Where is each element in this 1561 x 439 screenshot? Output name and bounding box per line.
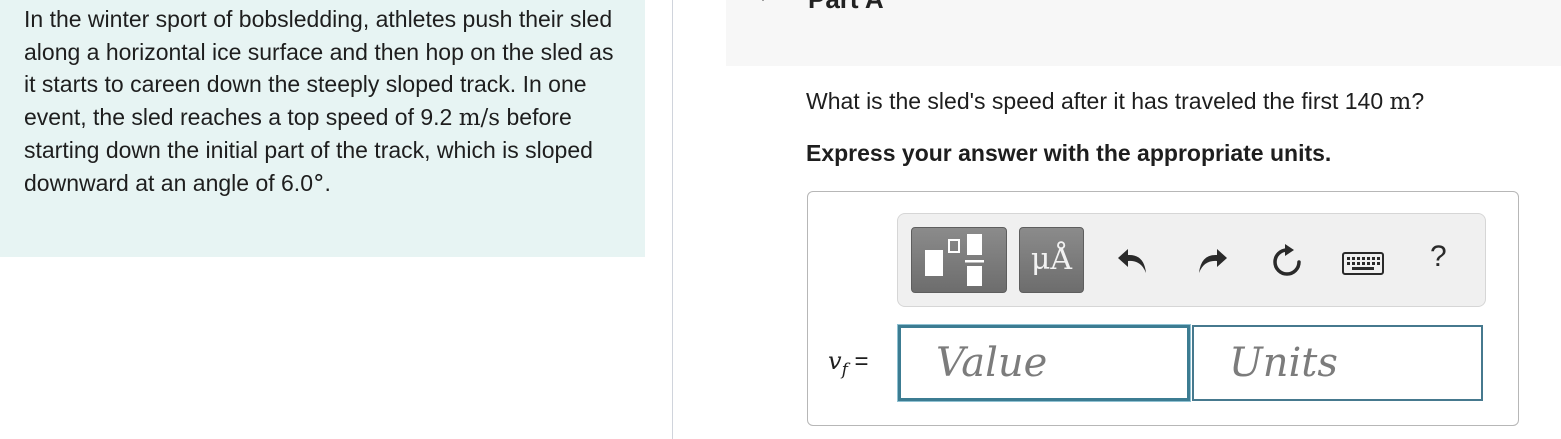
redo-icon[interactable] — [1194, 243, 1230, 279]
question-unit: m — [1389, 89, 1412, 115]
templates-icon — [925, 234, 984, 286]
undo-icon[interactable] — [1115, 243, 1151, 279]
angle-unit: ° — [312, 170, 325, 197]
question-text: What is the sled's speed after it has tr… — [806, 88, 1424, 115]
units-button[interactable]: μÅ — [1019, 227, 1084, 293]
collapse-caret-icon[interactable] — [755, 0, 771, 1]
variable-symbol: v — [828, 347, 842, 375]
question-text-after: ? — [1411, 88, 1425, 114]
page: In the winter sport of bobsledding, athl… — [0, 0, 1561, 439]
equals-sign: = — [847, 348, 869, 375]
value-input[interactable] — [898, 325, 1190, 401]
problem-statement: In the winter sport of bobsledding, athl… — [24, 3, 624, 200]
answer-variable-label: vf = — [828, 347, 869, 380]
problem-panel: In the winter sport of bobsledding, athl… — [0, 0, 645, 257]
problem-text-end: . — [324, 169, 331, 196]
part-title[interactable]: Part A — [808, 0, 884, 15]
question-text-before: What is the sled's speed after it has tr… — [806, 88, 1390, 114]
column-divider — [672, 0, 673, 439]
answer-instruction: Express your answer with the appropriate… — [806, 140, 1332, 166]
templates-button[interactable] — [911, 227, 1007, 293]
units-input[interactable] — [1192, 325, 1483, 401]
speed-unit: m/s — [458, 104, 501, 131]
help-button[interactable]: ? — [1430, 240, 1447, 274]
keyboard-icon[interactable] — [1342, 251, 1384, 277]
units-button-label: μÅ — [1030, 242, 1073, 277]
reset-icon[interactable] — [1268, 243, 1306, 281]
